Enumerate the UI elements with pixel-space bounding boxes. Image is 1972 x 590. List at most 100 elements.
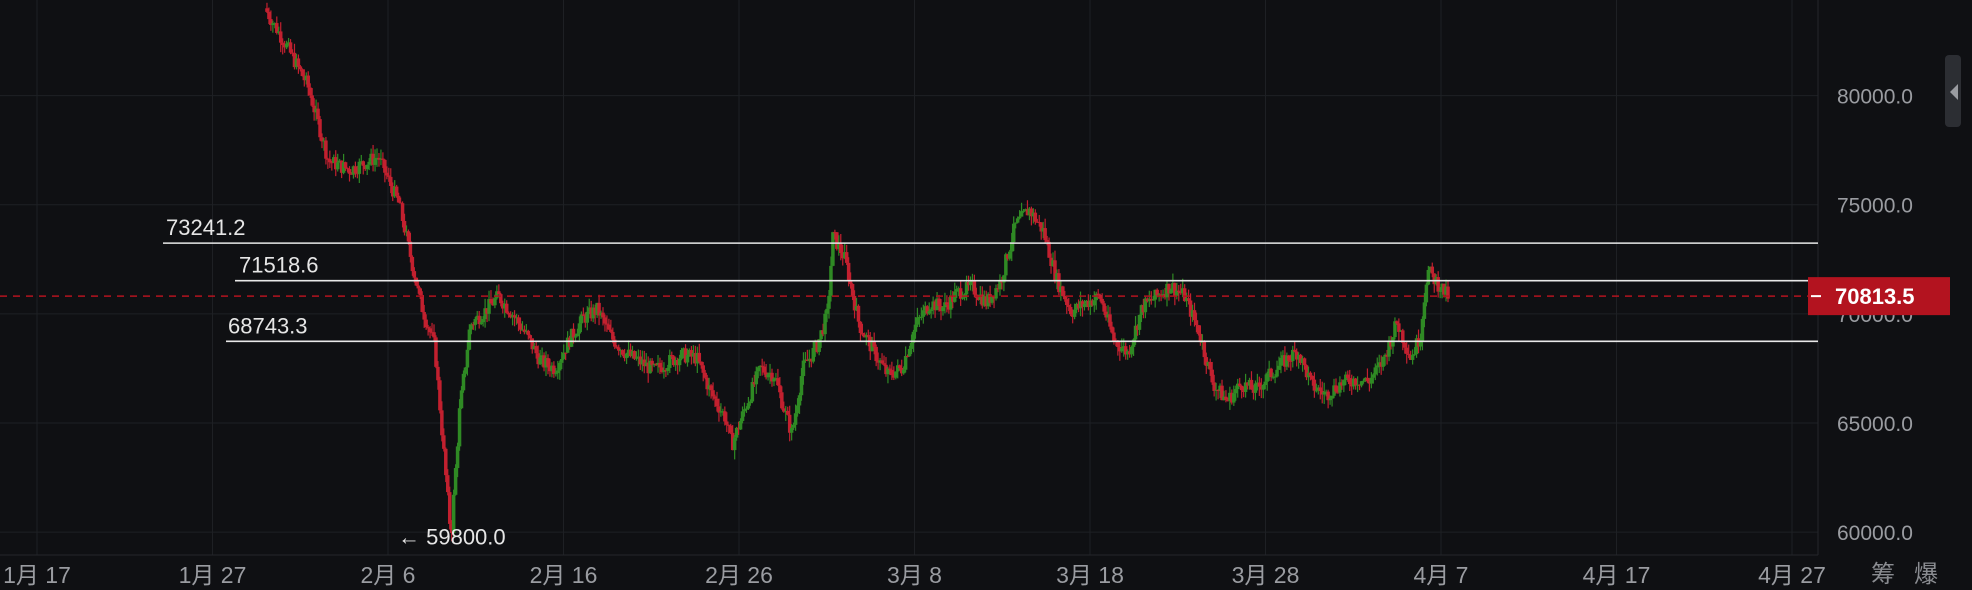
- candle-body: [941, 307, 945, 312]
- candle-body: [780, 392, 784, 409]
- chart-canvas[interactable]: 73241.271518.668743.3 80000.075000.07000…: [0, 0, 1972, 590]
- candle-body: [1424, 284, 1429, 303]
- candle-body: [1116, 341, 1120, 348]
- candle-body: [897, 365, 902, 369]
- candle-body: [1406, 353, 1411, 355]
- candle-body: [921, 310, 926, 317]
- candle-body: [383, 159, 387, 173]
- candle-body: [1033, 212, 1038, 222]
- candle-body: [1403, 342, 1407, 348]
- candle-body: [473, 319, 478, 325]
- candle-body: [919, 316, 924, 318]
- candle-body: [844, 252, 849, 263]
- candle-body: [607, 324, 611, 330]
- candle-body: [901, 369, 906, 374]
- candle-body: [725, 421, 729, 425]
- x-tick-label: 1月 17: [3, 562, 71, 588]
- candle-body: [1013, 222, 1018, 224]
- candle-body: [679, 350, 684, 359]
- candle-body: [797, 395, 802, 406]
- candle-body: [711, 390, 715, 397]
- candle-body: [994, 288, 998, 299]
- candle-body: [575, 333, 580, 337]
- candle-body: [324, 140, 328, 159]
- candle-body: [1412, 354, 1417, 356]
- candle-body: [278, 31, 283, 43]
- candlestick-chart[interactable]: 73241.2 71518.6 68743.3 80000.0 75000.0 7000…: [0, 0, 1972, 590]
- candle-body: [1237, 383, 1242, 386]
- candle-body: [554, 373, 558, 375]
- candle-body: [1110, 326, 1114, 333]
- horizontal-line-label: 71518.6: [239, 253, 319, 278]
- candle-body: [789, 427, 794, 433]
- candle-body: [412, 271, 417, 278]
- candle-body: [831, 232, 835, 266]
- candle-body: [872, 341, 876, 347]
- candle-body: [1395, 321, 1399, 324]
- candle-body: [658, 362, 662, 368]
- candle-body: [1334, 385, 1338, 392]
- candle-body: [426, 327, 430, 329]
- candle-body: [791, 424, 796, 428]
- candle-body: [385, 172, 389, 176]
- candle-body: [1096, 293, 1100, 295]
- candle-body: [697, 352, 702, 362]
- candle-body: [512, 315, 517, 318]
- candle-body: [1314, 390, 1319, 392]
- candle-body: [632, 351, 637, 359]
- candle-body: [750, 382, 755, 402]
- candle-body: [308, 87, 312, 96]
- x-tick-label: 4月 27: [1758, 562, 1826, 588]
- candle-body: [709, 385, 713, 391]
- candle-body: [416, 285, 421, 289]
- candle-body: [1194, 320, 1199, 326]
- candle-body: [552, 365, 556, 375]
- candle-body: [927, 311, 931, 314]
- candle-body: [579, 314, 584, 324]
- candle-body: [880, 360, 884, 364]
- candle-body: [1186, 298, 1191, 301]
- chips-button[interactable]: 筹: [1871, 560, 1895, 588]
- candle-body: [860, 333, 865, 335]
- candle-body: [563, 352, 568, 354]
- candle-body: [1192, 310, 1197, 321]
- candle-body: [577, 323, 582, 334]
- y-tick-label: 80000.0: [1837, 86, 1913, 109]
- candle-body: [874, 346, 878, 362]
- x-tick-label: 3月 18: [1056, 562, 1124, 588]
- candle-body: [1261, 385, 1266, 390]
- low-price-annotation: ← 59800.0: [398, 525, 506, 550]
- candle-body: [288, 42, 293, 53]
- candle-body: [489, 299, 493, 304]
- candle-body: [1318, 387, 1323, 391]
- y-tick-label: 65000.0: [1837, 413, 1913, 436]
- candle-body: [1137, 314, 1142, 330]
- candle-body: [1129, 346, 1134, 355]
- candle-body: [467, 329, 472, 350]
- candle-body: [1361, 380, 1366, 382]
- candle-body: [1232, 393, 1236, 403]
- candle-body: [1065, 299, 1069, 306]
- candle-body: [748, 401, 753, 404]
- candle-body: [728, 425, 733, 433]
- x-tick-label: 2月 16: [530, 562, 598, 588]
- candle-body: [1072, 309, 1077, 317]
- liquidation-button[interactable]: 爆: [1914, 560, 1938, 588]
- candle-body: [534, 346, 538, 354]
- candle-body: [913, 324, 918, 332]
- candle-body: [670, 355, 674, 357]
- candle-body: [526, 330, 531, 336]
- candle-body: [1347, 378, 1352, 385]
- candle-body: [528, 335, 533, 339]
- candle-body: [396, 195, 401, 203]
- candle-body: [328, 159, 332, 163]
- candle-body: [668, 355, 672, 368]
- candle-body: [1287, 355, 1291, 361]
- candle-body: [1100, 298, 1104, 304]
- candle-body: [389, 176, 393, 187]
- candle-body: [1120, 348, 1124, 352]
- candle-body: [785, 410, 790, 415]
- x-tick-label: 3月 8: [887, 562, 942, 588]
- candle-body: [1212, 382, 1216, 391]
- horizontal-line-label: 73241.2: [166, 215, 246, 240]
